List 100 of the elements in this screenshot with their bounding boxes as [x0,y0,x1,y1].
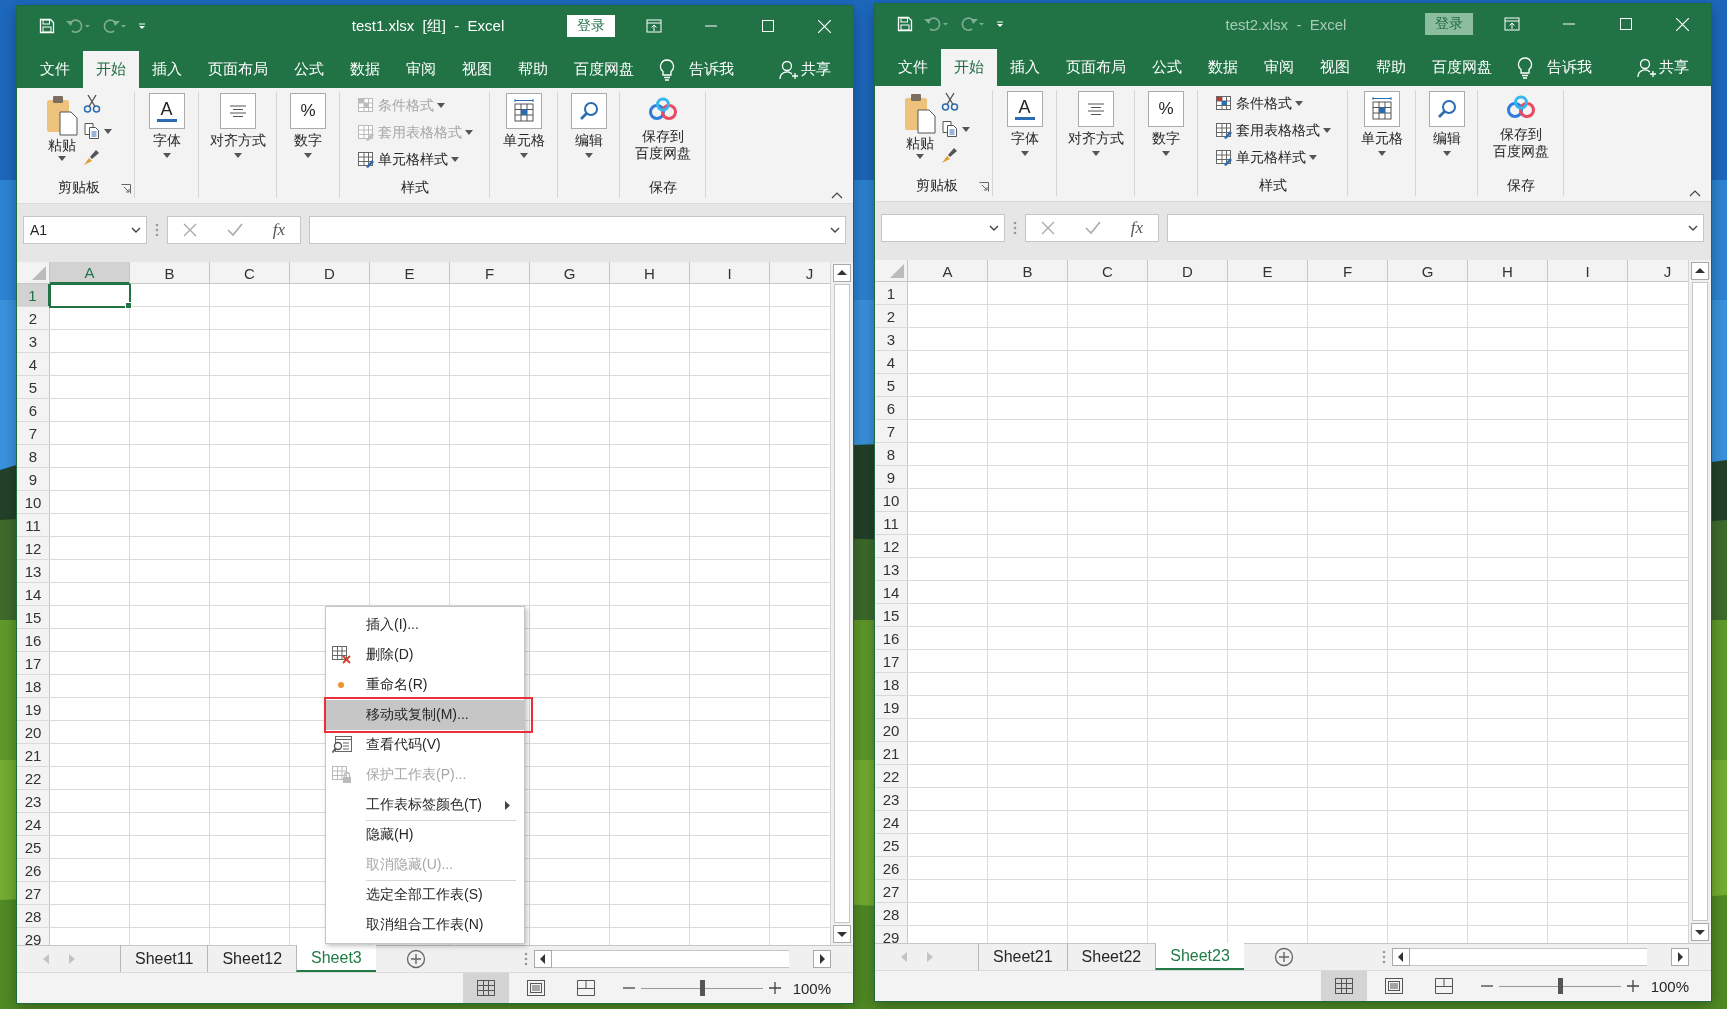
column-header[interactable]: A [908,260,988,282]
menu-item[interactable]: 插入(I)... [326,610,524,640]
formula-field[interactable] [309,216,846,244]
row-header[interactable]: 4 [875,351,908,373]
menu-item[interactable]: 取消组合工作表(N) [326,910,524,940]
row-header[interactable]: 15 [17,606,50,628]
column-header[interactable]: G [530,262,610,284]
column-header[interactable]: H [1468,260,1548,282]
ribbon-tab[interactable]: 页面布局 [195,51,281,88]
collapse-ribbon-icon[interactable] [1689,190,1701,197]
editing-button[interactable]: 编辑 [1425,90,1468,157]
menu-item[interactable]: 工作表标签颜色(T) [326,790,524,820]
ribbon-tab[interactable]: 视图 [449,51,505,88]
maximize-icon[interactable] [1619,18,1632,30]
brush-icon[interactable] [941,146,959,164]
ribbon-tab[interactable]: 百度网盘 [1419,49,1505,86]
row-header[interactable]: 10 [17,491,50,513]
column-header[interactable]: C [210,262,290,284]
ribbon-tab[interactable]: 帮助 [1363,49,1419,86]
column-header[interactable]: E [1228,260,1308,282]
row-header[interactable]: 2 [17,307,50,329]
scroll-up-button[interactable] [833,264,851,282]
slider-thumb[interactable] [1557,978,1563,994]
sheet-tab[interactable]: Sheet3 [296,945,376,972]
row-header[interactable]: 28 [875,903,908,925]
expand-icon[interactable] [1688,225,1698,231]
scrollbar-thumb[interactable] [1410,948,1647,966]
column-header[interactable]: D [1148,260,1228,282]
row-header[interactable]: 11 [17,514,50,536]
menu-item[interactable]: 查看代码(V) [326,730,524,760]
save-icon[interactable] [39,18,55,34]
menu-item[interactable]: 删除(D) [326,640,524,670]
column-header[interactable]: E [370,262,450,284]
column-header[interactable]: F [450,262,530,284]
row-header[interactable]: 23 [875,788,908,810]
menu-item[interactable]: 重命名(R) [326,670,524,700]
zoom-in-icon[interactable] [1626,980,1639,992]
row-header[interactable]: 16 [17,629,50,651]
paste-button[interactable]: 粘贴 [45,92,79,161]
row-header[interactable]: 3 [17,330,50,352]
expand-icon[interactable] [830,227,840,233]
dialog-launcher-icon[interactable] [121,184,131,194]
minimize-icon[interactable] [704,25,717,27]
ribbon-tab[interactable]: 文件 [27,51,83,88]
alignment-button[interactable]: 对齐方式 [1064,90,1127,157]
copy-button[interactable] [83,120,112,142]
row-header[interactable]: 14 [875,581,908,603]
active-cell[interactable] [49,284,131,308]
add-sheet-button[interactable] [1273,947,1294,967]
formula-field[interactable] [1167,214,1704,242]
row-header[interactable]: 25 [17,836,50,858]
row-header[interactable]: 8 [875,443,908,465]
column-header[interactable]: B [988,260,1068,282]
ribbon-display-icon[interactable] [1503,17,1520,31]
ribbon-tab[interactable]: 视图 [1307,49,1363,86]
ribbon-tab[interactable]: 插入 [139,51,195,88]
insert-function-button[interactable]: fx [1130,218,1144,238]
scroll-down-button[interactable] [1691,923,1709,941]
column-header[interactable]: C [1068,260,1148,282]
share-button[interactable]: 共享 [1637,49,1689,86]
row-header[interactable]: 21 [17,744,50,766]
row-header[interactable]: 5 [17,376,50,398]
scrollbar-thumb[interactable] [1692,282,1708,921]
number-button[interactable]: % 数字 [1145,90,1187,157]
row-header[interactable]: 4 [17,353,50,375]
row-header[interactable]: 29 [17,928,50,945]
row-header[interactable]: 6 [17,399,50,421]
zoom-in-icon[interactable] [768,982,781,994]
row-header[interactable]: 1 [17,284,50,306]
row-header[interactable]: 2 [875,305,908,327]
paste-button[interactable]: 粘贴 [903,90,937,159]
styles-menu-button[interactable]: 单元格样式 [356,148,459,171]
customize-toolbar-icon[interactable] [137,21,147,31]
ribbon-tab[interactable]: 公式 [1139,49,1195,86]
row-header[interactable]: 11 [875,512,908,534]
row-header[interactable]: 12 [875,535,908,557]
cells-button[interactable]: 单元格 [1357,90,1406,157]
scroll-left-button[interactable] [1392,948,1410,966]
ribbon-display-icon[interactable] [645,19,662,33]
share-button[interactable]: 共享 [779,51,831,88]
row-header[interactable]: 7 [17,422,50,444]
row-header[interactable]: 22 [875,765,908,787]
editing-button[interactable]: 编辑 [567,92,610,159]
styles-menu-button[interactable]: 套用表格格式 [1214,119,1331,142]
ribbon-tab[interactable]: 开始 [941,49,997,86]
tell-me-button[interactable]: 告诉我 [659,51,734,88]
row-header[interactable]: 21 [875,742,908,764]
ribbon-tab[interactable]: 页面布局 [1053,49,1139,86]
ribbon-tab[interactable]: 公式 [281,51,337,88]
save-to-cloud-button[interactable]: 保存到 百度网盘 [1489,90,1552,161]
ribbon-tab[interactable]: 文件 [885,49,941,86]
column-header[interactable]: J [1628,260,1688,282]
row-header[interactable]: 23 [17,790,50,812]
row-header[interactable]: 26 [875,857,908,879]
scroll-right-button[interactable] [1671,948,1689,966]
row-header[interactable]: 6 [875,397,908,419]
copy-button[interactable] [941,118,970,140]
tell-me-button[interactable]: 告诉我 [1517,49,1592,86]
ribbon-tab[interactable]: 插入 [997,49,1053,86]
row-header[interactable]: 25 [875,834,908,856]
